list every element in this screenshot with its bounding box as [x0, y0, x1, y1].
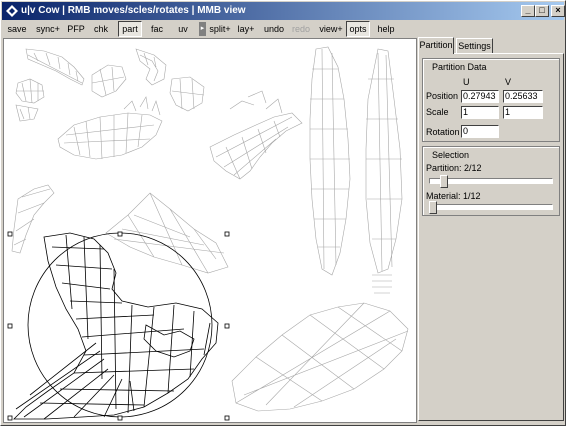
partition-slider-thumb[interactable] — [439, 175, 448, 188]
uv-island-ear-left[interactable] — [15, 78, 45, 104]
uv-island-ear-mid[interactable] — [91, 64, 127, 98]
bbox-handle-bottom[interactable] — [117, 415, 123, 421]
uv-island-skull[interactable] — [57, 96, 163, 160]
panel-tabs: Partition Settings — [418, 37, 564, 54]
partition-slider-track[interactable] — [429, 178, 553, 184]
redo-button[interactable]: redo — [290, 21, 312, 37]
undo-button[interactable]: undo — [262, 21, 286, 37]
fac-button[interactable]: fac — [146, 21, 168, 37]
title-bar[interactable]: u|v Cow | RMB moves/scles/rotates | MMB … — [2, 2, 565, 20]
selection-group: Selection Partition: 2/12 Material: 1/12 — [422, 146, 560, 216]
maximize-button[interactable]: □ — [535, 5, 549, 17]
help-button[interactable]: help — [375, 21, 397, 37]
u-column-header: U — [463, 77, 470, 87]
side-panel: Partition Settings Partition Data U V Po… — [418, 37, 564, 423]
uv-editor-window: u|v Cow | RMB moves/scles/rotates | MMB … — [0, 0, 566, 426]
toolbar: save sync+ PFP chk part fac uv ▸ split+ … — [3, 21, 563, 37]
rotation-field[interactable]: 0 — [461, 125, 499, 138]
selection-heading: Selection — [432, 150, 470, 160]
uv-island-mouth[interactable] — [15, 104, 39, 122]
chk-button[interactable]: chk — [90, 21, 112, 37]
bbox-handle-bottom-left[interactable] — [7, 415, 13, 421]
scale-v-field[interactable]: 1 — [503, 106, 543, 119]
bbox-handle-top-left[interactable] — [7, 231, 13, 237]
partition-data-heading: Partition Data — [432, 62, 487, 72]
view-button[interactable]: view+ — [317, 21, 345, 37]
position-v-field[interactable]: 0.25633 — [503, 90, 543, 103]
scale-label: Scale — [426, 107, 449, 117]
bbox-handle-left[interactable] — [7, 323, 13, 329]
position-label: Position — [426, 91, 459, 101]
material-slider-thumb[interactable] — [429, 201, 437, 214]
material-count-label: Material: 1/12 — [426, 191, 481, 201]
toolbar-arrow-icon[interactable]: ▸ — [199, 22, 206, 36]
pfp-button[interactable]: PFP — [65, 21, 87, 37]
minimize-button[interactable]: _ — [521, 5, 535, 17]
bbox-handle-right[interactable] — [224, 323, 230, 329]
uv-island-horn-left[interactable] — [25, 48, 85, 86]
rotation-label: Rotation — [426, 127, 460, 137]
app-icon — [6, 5, 18, 17]
uv-island-wing-bottom[interactable] — [231, 302, 409, 412]
uv-island-selected[interactable] — [7, 231, 230, 421]
bbox-handle-top[interactable] — [117, 231, 123, 237]
position-u-field[interactable]: 0.27943 — [461, 90, 499, 103]
lay-button[interactable]: lay+ — [235, 21, 257, 37]
uv-island-neck-strip[interactable] — [11, 184, 55, 254]
partition-panel: Partition Data U V Position 0.27943 0.25… — [418, 53, 564, 421]
save-button[interactable]: save — [5, 21, 29, 37]
tab-partition[interactable]: Partition — [418, 37, 454, 54]
uv-mesh-canvas[interactable] — [4, 39, 417, 423]
material-slider-track[interactable] — [429, 204, 553, 210]
uv-button[interactable]: uv — [173, 21, 193, 37]
part-button[interactable]: part — [118, 21, 142, 37]
close-button[interactable]: × — [551, 5, 565, 17]
opts-button[interactable]: opts — [346, 21, 370, 37]
bbox-handle-top-right[interactable] — [224, 231, 230, 237]
uv-island-leg[interactable] — [365, 48, 403, 294]
v-column-header: V — [505, 77, 512, 87]
window-title: u|v Cow | RMB moves/scles/rotates | MMB … — [21, 5, 246, 16]
split-button[interactable]: split+ — [206, 21, 234, 37]
scale-u-field[interactable]: 1 — [461, 106, 499, 119]
bbox-handle-bottom-right[interactable] — [224, 415, 230, 421]
uv-island-wing-top[interactable] — [209, 90, 303, 180]
partition-data-group: Partition Data U V Position 0.27943 0.25… — [422, 58, 560, 142]
partition-count-label: Partition: 2/12 — [426, 163, 482, 173]
uv-island-ear-right[interactable] — [169, 76, 205, 112]
sync-button[interactable]: sync+ — [32, 21, 64, 37]
uv-island-horn-right[interactable] — [135, 48, 167, 86]
tab-settings[interactable]: Settings — [456, 38, 493, 53]
uv-viewport[interactable] — [3, 38, 417, 423]
uv-island-body-long[interactable] — [309, 46, 351, 276]
